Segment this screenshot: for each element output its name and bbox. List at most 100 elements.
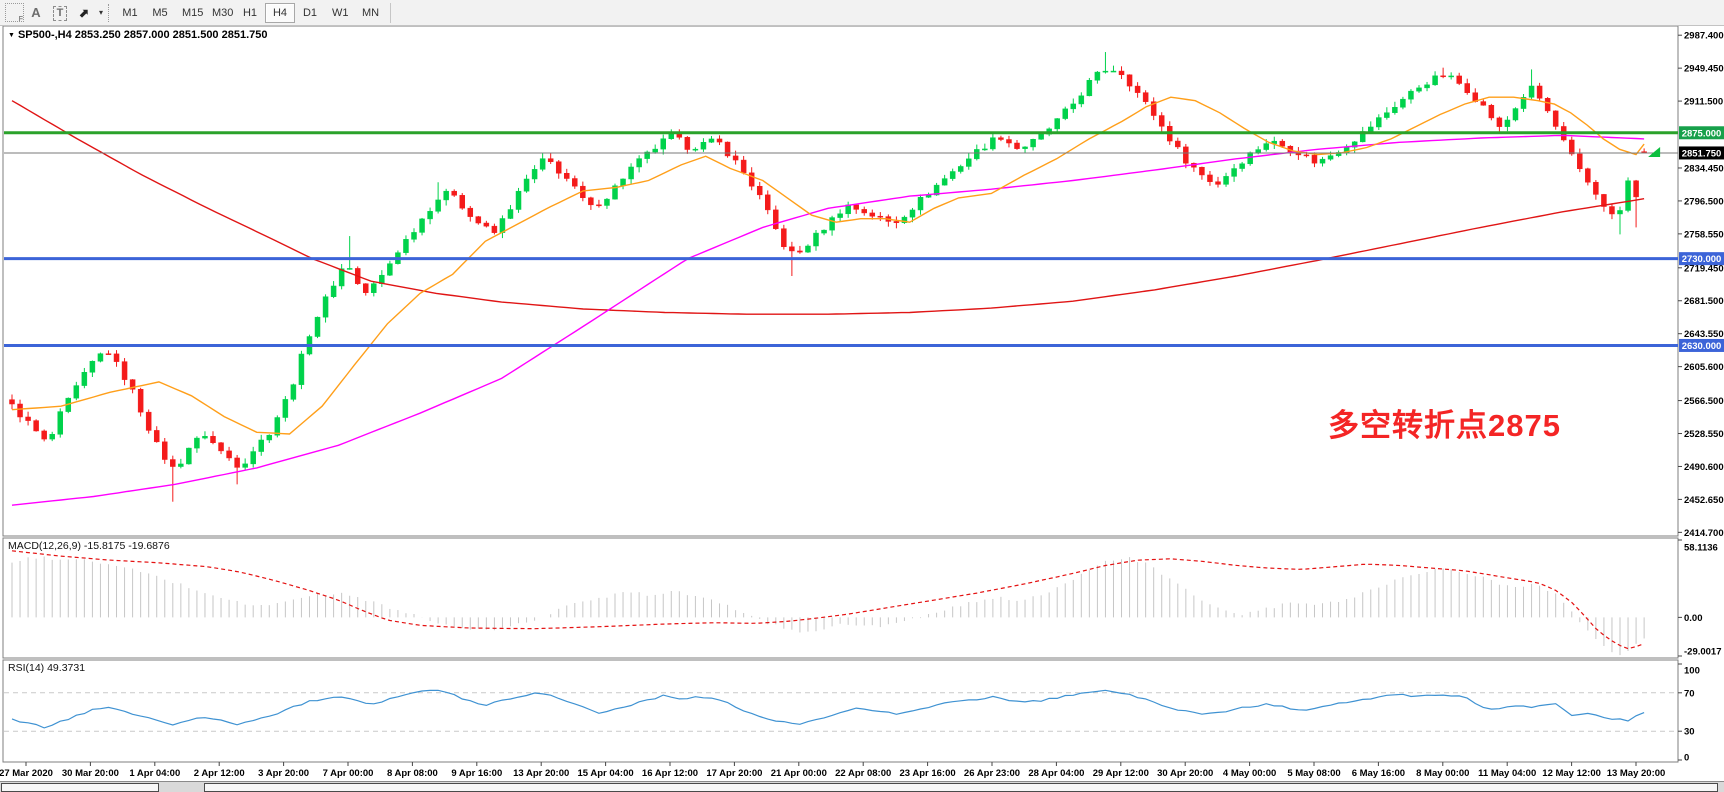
candle-body xyxy=(10,400,15,404)
time-axis-label[interactable]: 8 May 00:00 xyxy=(1416,768,1469,779)
timeframe-button-M5[interactable]: M5 xyxy=(145,3,175,23)
timeframe-button-H1[interactable]: H1 xyxy=(235,3,265,23)
arrows-dropdown-caret-icon[interactable]: ▾ xyxy=(96,2,106,23)
time-axis-label[interactable]: 5 May 08:00 xyxy=(1287,768,1340,779)
time-axis-label[interactable]: 7 Apr 00:00 xyxy=(323,768,374,779)
candle-body xyxy=(484,223,489,226)
candle-body xyxy=(1199,167,1204,175)
time-axis-label[interactable]: 30 Apr 20:00 xyxy=(1157,768,1213,779)
candle-body xyxy=(452,191,457,195)
text-label-tool-button[interactable]: A xyxy=(24,2,48,23)
timeframe-button-MN[interactable]: MN xyxy=(355,3,385,23)
candle-body xyxy=(1015,143,1020,149)
rsi-axis-label: 70 xyxy=(1684,688,1695,699)
candle-body xyxy=(532,169,537,179)
price-axis-label: 2566.500 xyxy=(1684,396,1724,407)
candle-body xyxy=(508,209,513,218)
price-axis-label: 2414.700 xyxy=(1684,528,1724,539)
time-axis-label[interactable]: 1 Apr 04:00 xyxy=(129,768,180,779)
candle-body xyxy=(1609,207,1614,214)
rsi-panel[interactable] xyxy=(3,660,1678,762)
candle-body xyxy=(219,443,224,451)
time-axis-label[interactable]: 26 Apr 23:00 xyxy=(964,768,1020,779)
toolbar-drag-handle[interactable] xyxy=(108,4,111,22)
time-axis-label[interactable]: 16 Apr 12:00 xyxy=(642,768,698,779)
text-tool-button[interactable]: T xyxy=(48,2,72,23)
timeframe-button-M30[interactable]: M30 xyxy=(205,3,235,23)
candle-body xyxy=(629,167,634,179)
time-axis-label[interactable]: 12 May 12:00 xyxy=(1542,768,1601,779)
timeframe-button-H4[interactable]: H4 xyxy=(265,3,295,23)
candle-body xyxy=(830,218,835,231)
candle-body xyxy=(1553,111,1558,127)
price-axis-label: 2758.550 xyxy=(1684,229,1724,240)
candle-body xyxy=(468,208,473,216)
time-axis-label[interactable]: 27 Mar 2020 xyxy=(0,768,53,779)
time-axis-label[interactable]: 30 Mar 20:00 xyxy=(62,768,119,779)
time-axis-label[interactable]: 15 Apr 04:00 xyxy=(578,768,634,779)
candle-body xyxy=(1039,134,1044,139)
price-axis-label: 2528.550 xyxy=(1684,429,1724,440)
candle-body xyxy=(1256,150,1261,153)
dotted-grid-f-icon[interactable]: F xyxy=(5,3,24,22)
text-tool-icon: T xyxy=(53,6,68,21)
price-axis-label: 2834.450 xyxy=(1684,163,1724,174)
time-axis-label[interactable]: 28 Apr 04:00 xyxy=(1028,768,1084,779)
chart-title-collapse-icon[interactable]: ▼ xyxy=(8,32,15,39)
candle-body xyxy=(1119,71,1124,75)
price-axis-label: 2796.500 xyxy=(1684,196,1724,207)
candle-body xyxy=(749,173,754,186)
time-axis-label[interactable]: 23 Apr 16:00 xyxy=(900,768,956,779)
candle-body xyxy=(1449,76,1454,77)
candle-body xyxy=(162,442,167,460)
candle-body xyxy=(950,171,955,178)
timeframe-button-M1[interactable]: M1 xyxy=(115,3,145,23)
time-axis-label[interactable]: 4 May 00:00 xyxy=(1223,768,1276,779)
timeframe-button-M15[interactable]: M15 xyxy=(175,3,205,23)
time-axis-label[interactable]: 13 May 20:00 xyxy=(1607,768,1666,779)
candle-body xyxy=(371,284,376,293)
candle-body xyxy=(1545,98,1550,111)
candle-body xyxy=(862,209,867,213)
horizontal-scrollbar[interactable] xyxy=(0,781,1724,792)
time-axis-label[interactable]: 6 May 16:00 xyxy=(1352,768,1405,779)
candle-body xyxy=(1127,75,1132,86)
chart-canvas[interactable]: 2987.4002949.4502911.5002834.4502796.500… xyxy=(0,0,1724,792)
candle-body xyxy=(1031,139,1036,147)
candle-body xyxy=(492,226,497,233)
candle-body xyxy=(26,417,31,421)
candle-body xyxy=(1328,156,1333,159)
time-axis-label[interactable]: 22 Apr 08:00 xyxy=(835,768,891,779)
time-axis-label[interactable]: 29 Apr 12:00 xyxy=(1093,768,1149,779)
time-axis-label[interactable]: 21 Apr 00:00 xyxy=(771,768,827,779)
candle-body xyxy=(1529,86,1534,97)
candle-body xyxy=(420,219,425,233)
time-axis-label[interactable]: 13 Apr 20:00 xyxy=(513,768,569,779)
candle-body xyxy=(1143,93,1148,102)
arrows-tool-button[interactable]: ⬈ xyxy=(72,2,96,23)
scrollbar-thumb[interactable] xyxy=(1,783,159,792)
timeframe-button-W1[interactable]: W1 xyxy=(325,3,355,23)
time-axis-label[interactable]: 2 Apr 12:00 xyxy=(194,768,245,779)
candle-body xyxy=(347,268,352,269)
timeframe-button-D1[interactable]: D1 xyxy=(295,3,325,23)
time-axis-label[interactable]: 11 May 04:00 xyxy=(1478,768,1536,779)
time-axis-label[interactable]: 3 Apr 20:00 xyxy=(258,768,309,779)
candle-body xyxy=(990,138,995,149)
scrollbar-track[interactable] xyxy=(204,783,1718,792)
candle-body xyxy=(910,210,915,217)
candle-body xyxy=(387,264,392,276)
candle-body xyxy=(202,436,207,438)
candle-body xyxy=(42,431,47,439)
annotation-text: 多空转折点2875 xyxy=(1328,400,1561,445)
candle-body xyxy=(1368,127,1373,132)
candle-body xyxy=(235,458,240,467)
time-axis-label[interactable]: 9 Apr 16:00 xyxy=(451,768,502,779)
time-axis-label[interactable]: 17 Apr 20:00 xyxy=(706,768,762,779)
price-axis-label: 2643.550 xyxy=(1684,329,1724,340)
time-axis-label[interactable]: 8 Apr 08:00 xyxy=(387,768,438,779)
candle-body xyxy=(556,162,561,174)
candle-body xyxy=(476,217,481,223)
candle-body xyxy=(18,404,23,417)
candle-body xyxy=(1384,113,1389,118)
